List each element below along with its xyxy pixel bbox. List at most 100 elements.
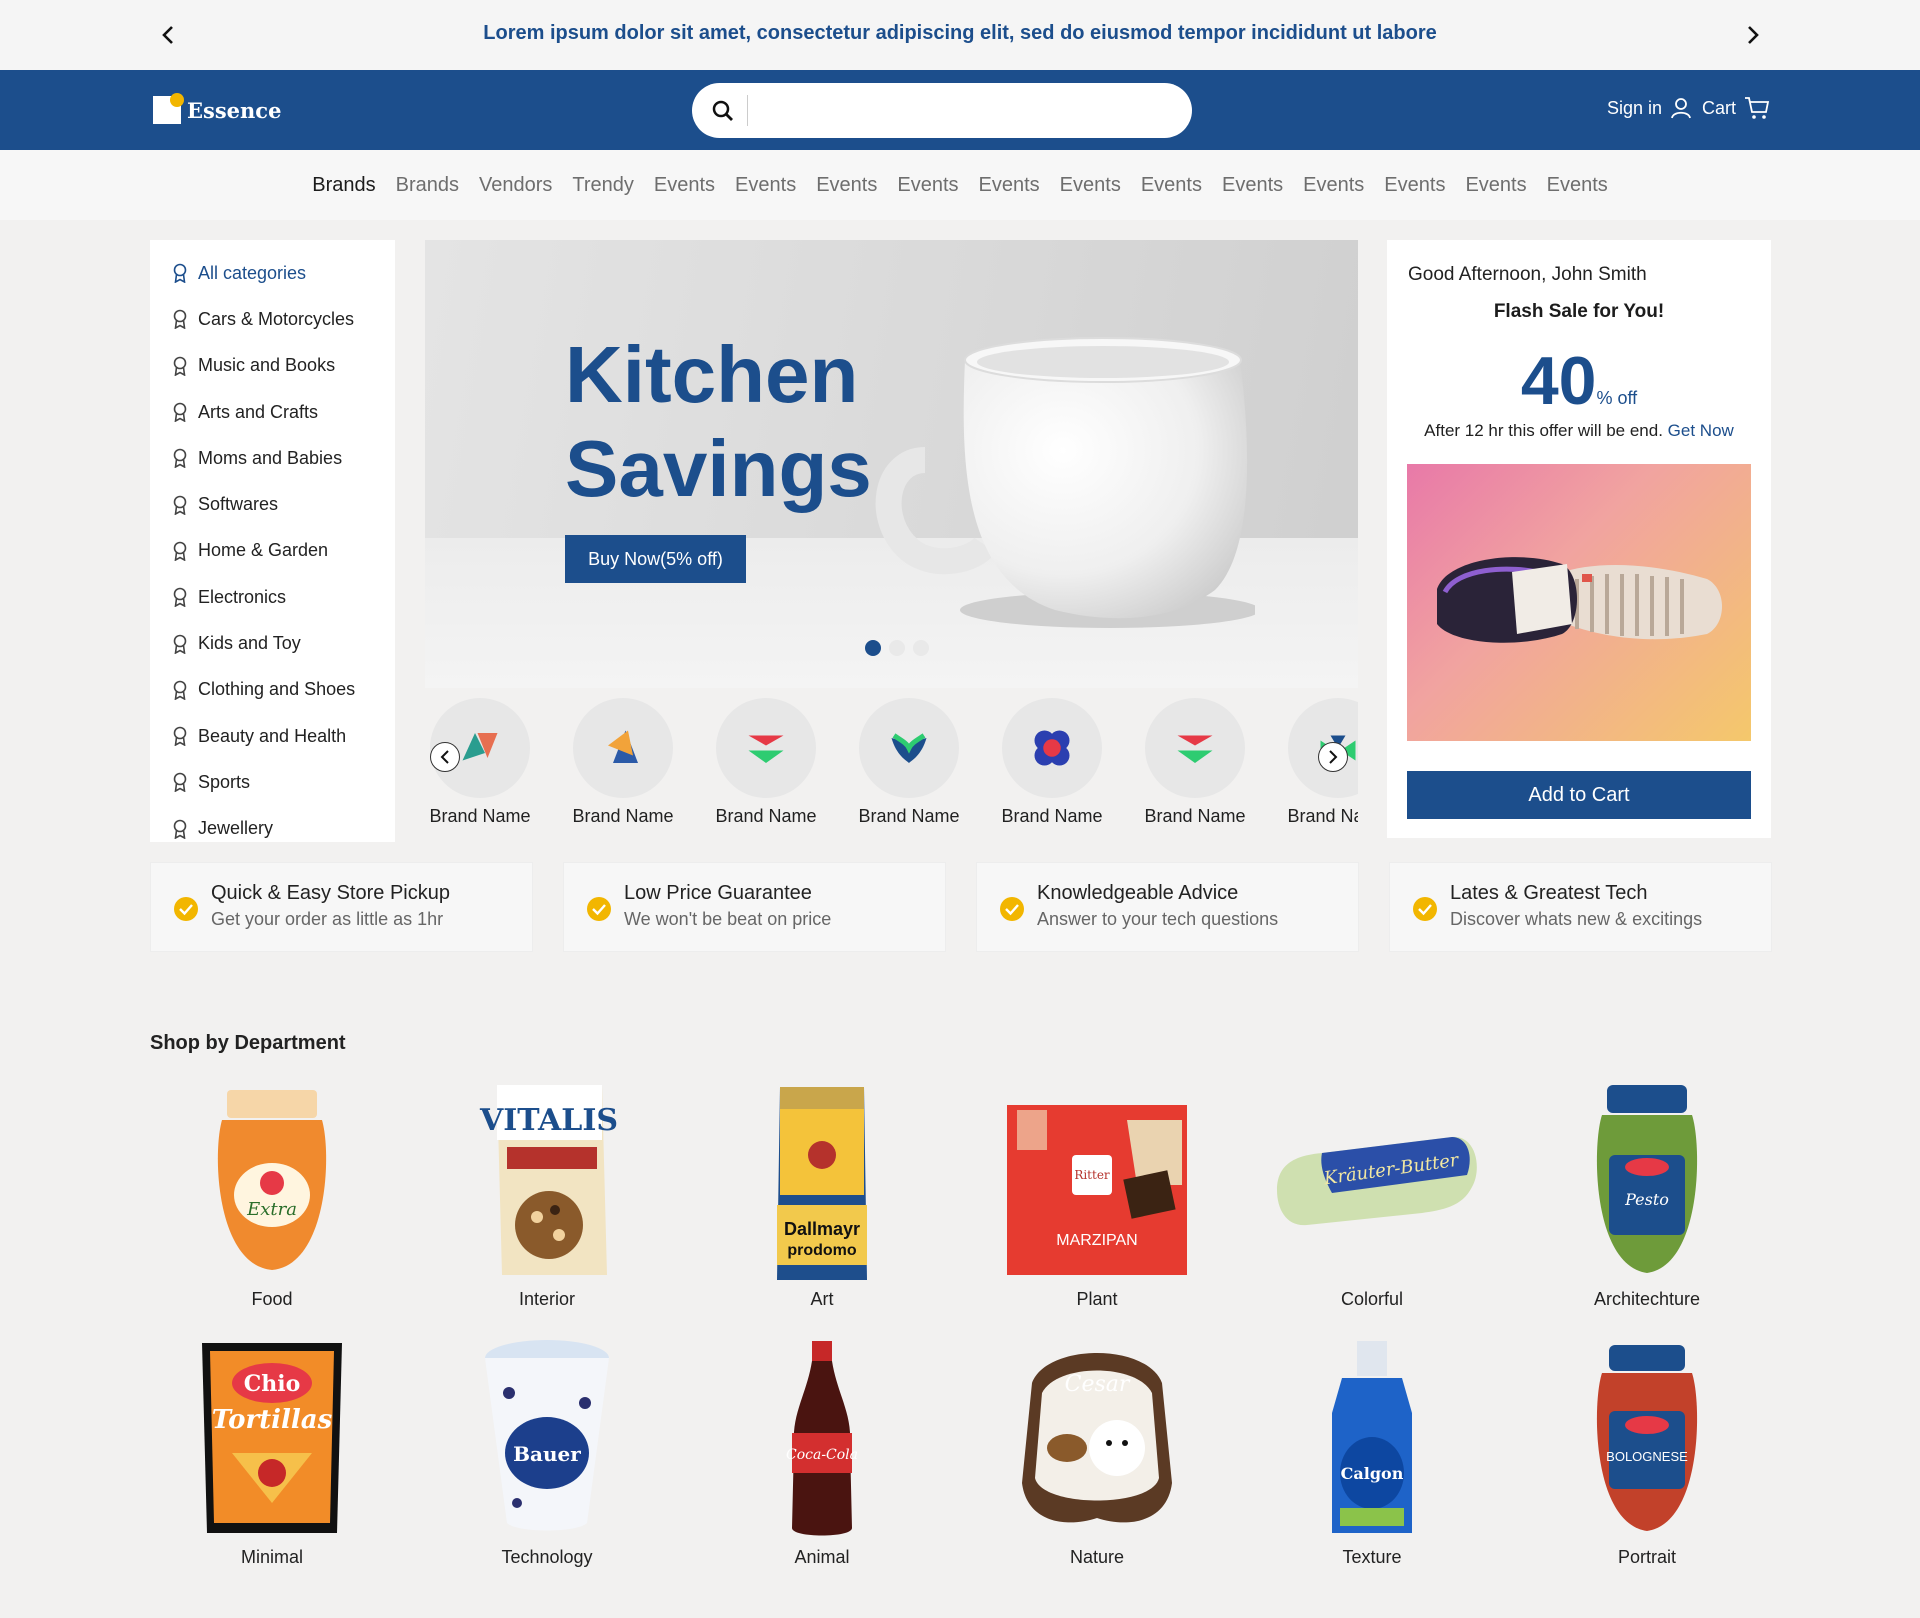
slide-dot[interactable] bbox=[889, 640, 905, 656]
brand-prev-button[interactable] bbox=[430, 742, 460, 772]
department-item-minimal[interactable]: Chio Tortillas Minimal bbox=[162, 1333, 382, 1568]
search-divider bbox=[747, 95, 748, 126]
brand-item[interactable]: Brand Name bbox=[854, 698, 964, 827]
logo[interactable]: Essence bbox=[153, 93, 281, 124]
brand-item[interactable]: Brand Name bbox=[997, 698, 1107, 827]
brand-name: Brand Name bbox=[715, 806, 817, 826]
department-item-interior[interactable]: VITALIS Interior bbox=[437, 1075, 657, 1310]
department-item-nature[interactable]: Cesar Nature bbox=[987, 1333, 1207, 1568]
sidebar-item-softwares[interactable]: Softwares bbox=[150, 481, 395, 527]
sign-in-button[interactable]: Sign in bbox=[1607, 97, 1692, 119]
category-icon bbox=[173, 402, 187, 423]
sidebar-item-electronics[interactable]: Electronics bbox=[150, 574, 395, 620]
slide-dot[interactable] bbox=[865, 640, 881, 656]
buy-now-button[interactable]: Buy Now(5% off) bbox=[565, 535, 746, 583]
search-icon[interactable] bbox=[710, 98, 736, 124]
nav-item-events[interactable]: Events bbox=[1060, 174, 1121, 197]
sidebar-item-jewellery[interactable]: Jewellery bbox=[150, 806, 395, 852]
nav-item-events[interactable]: Events bbox=[1547, 174, 1608, 197]
department-image: Bauer bbox=[437, 1333, 657, 1543]
brand-item[interactable]: Brand Name bbox=[568, 698, 678, 827]
department-label: Colorful bbox=[1340, 1289, 1404, 1309]
get-now-link[interactable]: Get Now bbox=[1668, 421, 1734, 440]
nav-item-events[interactable]: Events bbox=[1222, 174, 1283, 197]
sidebar-item-cars-motorcycles[interactable]: Cars & Motorcycles bbox=[150, 296, 395, 342]
sidebar-item-sports[interactable]: Sports bbox=[150, 759, 395, 805]
department-item-art[interactable]: Dallmayr prodomo Art bbox=[712, 1075, 932, 1310]
nav-item-trendy[interactable]: Trendy bbox=[572, 174, 634, 197]
department-image: Cesar bbox=[987, 1333, 1207, 1543]
nav-item-brands[interactable]: Brands bbox=[396, 174, 459, 197]
nav-item-events[interactable]: Events bbox=[1384, 174, 1445, 197]
department-item-animal[interactable]: Coca-Cola Animal bbox=[712, 1333, 932, 1568]
department-item-technology[interactable]: Bauer Technology bbox=[437, 1333, 657, 1568]
sidebar-item-home-garden[interactable]: Home & Garden bbox=[150, 528, 395, 574]
product-image-icon: Extra bbox=[217, 1090, 327, 1270]
sidebar-item-moms-and-babies[interactable]: Moms and Babies bbox=[150, 435, 395, 481]
nav-item-events[interactable]: Events bbox=[1303, 174, 1364, 197]
sidebar-item-label: Electronics bbox=[198, 586, 287, 607]
feature-title: Low Price Guarantee bbox=[624, 882, 812, 904]
flash-sale-title: Flash Sale for You! bbox=[1493, 301, 1665, 322]
department-image: VITALIS bbox=[437, 1075, 657, 1285]
svg-text:Chio: Chio bbox=[244, 1371, 301, 1397]
department-image: Extra bbox=[162, 1075, 382, 1285]
sidebar-item-all-categories[interactable]: All categories bbox=[150, 250, 395, 296]
department-item-food[interactable]: Extra Food bbox=[162, 1075, 382, 1310]
discount-percent: 40% off bbox=[1387, 342, 1771, 420]
department-item-portrait[interactable]: BOLOGNESE Portrait bbox=[1537, 1333, 1757, 1568]
cart-icon bbox=[1745, 97, 1770, 119]
nav-item-events[interactable]: Events bbox=[1141, 174, 1202, 197]
nav-item-events[interactable]: Events bbox=[979, 174, 1040, 197]
category-icon bbox=[173, 263, 187, 284]
sidebar-item-beauty-and-health[interactable]: Beauty and Health bbox=[150, 713, 395, 759]
brand-name: Brand Name bbox=[572, 806, 674, 826]
feature-box: Lates & Greatest Tech Discover whats new … bbox=[1389, 862, 1772, 952]
check-badge-icon bbox=[1413, 897, 1437, 921]
department-item-architechture[interactable]: Pesto Architechture bbox=[1537, 1075, 1757, 1310]
department-image: Chio Tortillas bbox=[162, 1333, 382, 1543]
offer-expiry-text: After 12 hr this offer will be end. bbox=[1424, 421, 1663, 440]
sidebar-item-label: Cars & Motorcycles bbox=[198, 308, 355, 329]
brand-logo-icon bbox=[1177, 735, 1213, 763]
sidebar-item-label: Home & Garden bbox=[198, 540, 329, 561]
department-item-plant[interactable]: Ritter MARZIPAN Plant bbox=[987, 1075, 1207, 1310]
announcement-next-button[interactable] bbox=[1738, 20, 1768, 50]
mug-image bbox=[875, 337, 1255, 628]
brand-item[interactable]: Brand Name bbox=[711, 698, 821, 827]
department-item-colorful[interactable]: Kräuter-Butter Colorful bbox=[1262, 1075, 1482, 1310]
cart-button[interactable]: Cart bbox=[1702, 96, 1770, 120]
nav-item-events[interactable]: Events bbox=[1465, 174, 1526, 197]
sidebar-item-music-and-books[interactable]: Music and Books bbox=[150, 343, 395, 389]
product-image-icon: Pesto bbox=[1596, 1085, 1698, 1273]
nav-item-vendors[interactable]: Vendors bbox=[479, 174, 552, 197]
brand-next-button[interactable] bbox=[1318, 742, 1348, 772]
hero-title-line-1: Kitchen bbox=[565, 330, 859, 419]
department-label: Portrait bbox=[1617, 1547, 1677, 1567]
department-item-texture[interactable]: Calgon Texture bbox=[1262, 1333, 1482, 1568]
slide-dot[interactable] bbox=[913, 640, 929, 656]
nav-item-events[interactable]: Events bbox=[897, 174, 958, 197]
department-label: Nature bbox=[1069, 1547, 1125, 1567]
nav-item-events[interactable]: Events bbox=[735, 174, 796, 197]
chevron-right-icon bbox=[1748, 26, 1759, 44]
sidebar-item-label: Clothing and Shoes bbox=[198, 679, 356, 700]
sidebar-item-label: Arts and Crafts bbox=[198, 401, 319, 422]
feature-subtitle: We won't be beat on price bbox=[624, 909, 832, 929]
feature-title: Knowledgeable Advice bbox=[1037, 882, 1239, 904]
search-input[interactable] bbox=[756, 93, 1176, 128]
add-to-cart-button[interactable]: Add to Cart bbox=[1407, 771, 1751, 819]
nav-item-events[interactable]: Events bbox=[654, 174, 715, 197]
sidebar-item-arts-and-crafts[interactable]: Arts and Crafts bbox=[150, 389, 395, 435]
svg-text:Ritter: Ritter bbox=[1074, 1168, 1110, 1182]
brand-item[interactable]: Brand Name bbox=[1140, 698, 1250, 827]
sidebar-item-label: Music and Books bbox=[198, 355, 336, 376]
brand-logo bbox=[1002, 698, 1102, 798]
sidebar-item-clothing-and-shoes[interactable]: Clothing and Shoes bbox=[150, 667, 395, 713]
product-image-icon: Calgon bbox=[1332, 1341, 1412, 1533]
nav-item-events[interactable]: Events bbox=[816, 174, 877, 197]
sidebar-item-kids-and-toy[interactable]: Kids and Toy bbox=[150, 620, 395, 666]
product-image-icon: Ritter MARZIPAN bbox=[1007, 1105, 1187, 1275]
category-icon bbox=[173, 541, 187, 561]
nav-item-brands[interactable]: Brands bbox=[312, 174, 375, 197]
